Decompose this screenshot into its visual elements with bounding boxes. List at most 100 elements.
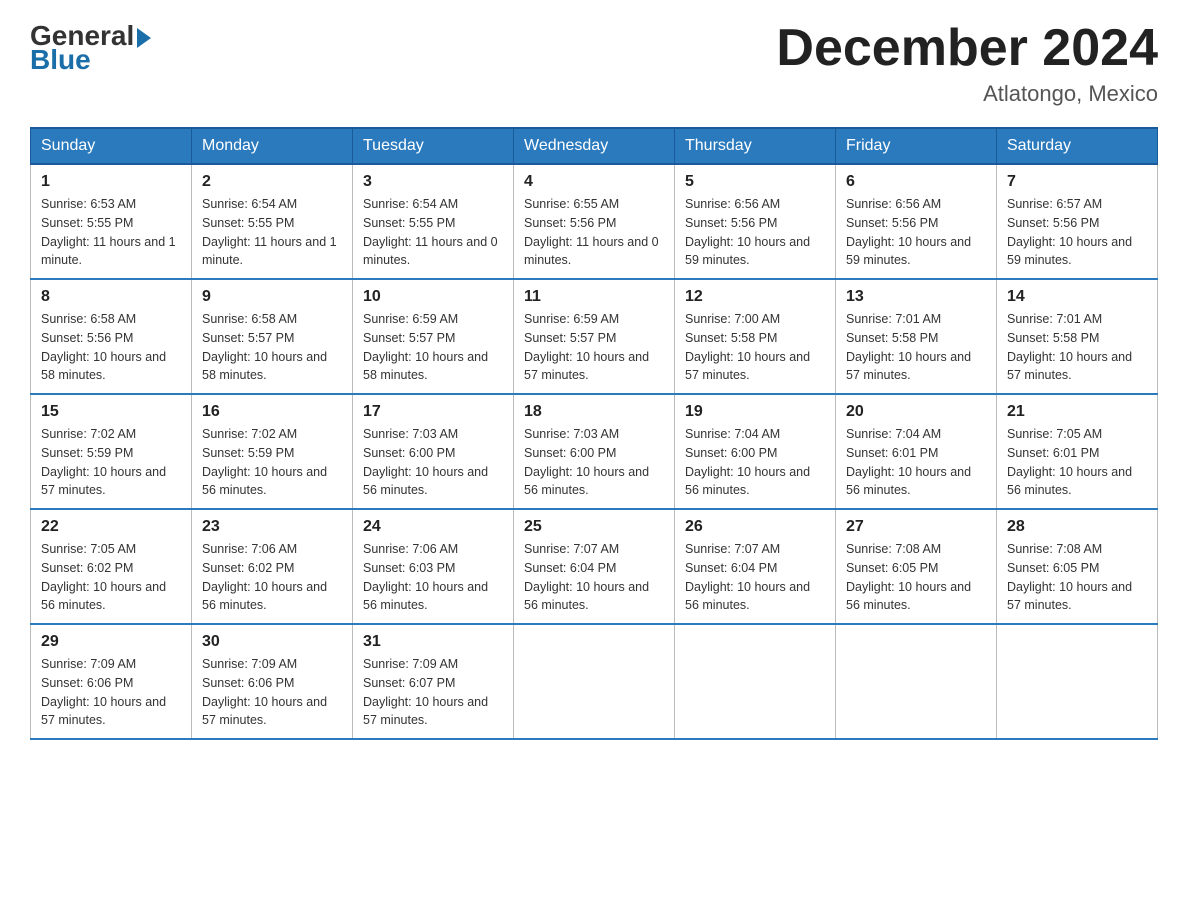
calendar-cell bbox=[836, 624, 997, 739]
day-number: 17 bbox=[363, 403, 503, 421]
day-number: 5 bbox=[685, 173, 825, 191]
day-info: Sunrise: 6:59 AMSunset: 5:57 PMDaylight:… bbox=[524, 310, 664, 385]
logo: General Blue bbox=[30, 20, 151, 76]
day-info: Sunrise: 7:09 AMSunset: 6:06 PMDaylight:… bbox=[41, 655, 181, 730]
calendar-cell: 28 Sunrise: 7:08 AMSunset: 6:05 PMDaylig… bbox=[997, 509, 1158, 624]
day-number: 14 bbox=[1007, 288, 1147, 306]
calendar-table: Sunday Monday Tuesday Wednesday Thursday… bbox=[30, 127, 1158, 740]
day-number: 15 bbox=[41, 403, 181, 421]
calendar-cell: 8 Sunrise: 6:58 AMSunset: 5:56 PMDayligh… bbox=[31, 279, 192, 394]
calendar-cell: 18 Sunrise: 7:03 AMSunset: 6:00 PMDaylig… bbox=[514, 394, 675, 509]
title-section: December 2024 Atlatongo, Mexico bbox=[776, 20, 1158, 107]
day-info: Sunrise: 6:58 AMSunset: 5:56 PMDaylight:… bbox=[41, 310, 181, 385]
col-sunday: Sunday bbox=[31, 128, 192, 164]
day-info: Sunrise: 7:03 AMSunset: 6:00 PMDaylight:… bbox=[363, 425, 503, 500]
day-number: 1 bbox=[41, 173, 181, 191]
week-row-4: 22 Sunrise: 7:05 AMSunset: 6:02 PMDaylig… bbox=[31, 509, 1158, 624]
col-friday: Friday bbox=[836, 128, 997, 164]
day-info: Sunrise: 6:56 AMSunset: 5:56 PMDaylight:… bbox=[846, 195, 986, 270]
calendar-cell: 14 Sunrise: 7:01 AMSunset: 5:58 PMDaylig… bbox=[997, 279, 1158, 394]
day-info: Sunrise: 7:04 AMSunset: 6:01 PMDaylight:… bbox=[846, 425, 986, 500]
calendar-cell: 27 Sunrise: 7:08 AMSunset: 6:05 PMDaylig… bbox=[836, 509, 997, 624]
day-info: Sunrise: 7:07 AMSunset: 6:04 PMDaylight:… bbox=[524, 540, 664, 615]
day-number: 29 bbox=[41, 633, 181, 651]
day-number: 12 bbox=[685, 288, 825, 306]
day-number: 25 bbox=[524, 518, 664, 536]
week-row-1: 1 Sunrise: 6:53 AMSunset: 5:55 PMDayligh… bbox=[31, 164, 1158, 279]
day-number: 6 bbox=[846, 173, 986, 191]
day-info: Sunrise: 7:02 AMSunset: 5:59 PMDaylight:… bbox=[202, 425, 342, 500]
day-number: 4 bbox=[524, 173, 664, 191]
calendar-cell: 24 Sunrise: 7:06 AMSunset: 6:03 PMDaylig… bbox=[353, 509, 514, 624]
col-saturday: Saturday bbox=[997, 128, 1158, 164]
week-row-3: 15 Sunrise: 7:02 AMSunset: 5:59 PMDaylig… bbox=[31, 394, 1158, 509]
calendar-cell: 4 Sunrise: 6:55 AMSunset: 5:56 PMDayligh… bbox=[514, 164, 675, 279]
col-tuesday: Tuesday bbox=[353, 128, 514, 164]
day-number: 22 bbox=[41, 518, 181, 536]
day-number: 27 bbox=[846, 518, 986, 536]
day-number: 10 bbox=[363, 288, 503, 306]
logo-blue-text: Blue bbox=[30, 44, 91, 76]
day-info: Sunrise: 7:06 AMSunset: 6:02 PMDaylight:… bbox=[202, 540, 342, 615]
day-info: Sunrise: 6:54 AMSunset: 5:55 PMDaylight:… bbox=[202, 195, 342, 270]
calendar-cell: 9 Sunrise: 6:58 AMSunset: 5:57 PMDayligh… bbox=[192, 279, 353, 394]
day-number: 31 bbox=[363, 633, 503, 651]
day-info: Sunrise: 7:02 AMSunset: 5:59 PMDaylight:… bbox=[41, 425, 181, 500]
day-number: 16 bbox=[202, 403, 342, 421]
day-info: Sunrise: 7:04 AMSunset: 6:00 PMDaylight:… bbox=[685, 425, 825, 500]
day-info: Sunrise: 7:03 AMSunset: 6:00 PMDaylight:… bbox=[524, 425, 664, 500]
location-text: Atlatongo, Mexico bbox=[776, 81, 1158, 107]
week-row-5: 29 Sunrise: 7:09 AMSunset: 6:06 PMDaylig… bbox=[31, 624, 1158, 739]
day-number: 11 bbox=[524, 288, 664, 306]
calendar-cell: 10 Sunrise: 6:59 AMSunset: 5:57 PMDaylig… bbox=[353, 279, 514, 394]
col-wednesday: Wednesday bbox=[514, 128, 675, 164]
calendar-cell: 5 Sunrise: 6:56 AMSunset: 5:56 PMDayligh… bbox=[675, 164, 836, 279]
week-row-2: 8 Sunrise: 6:58 AMSunset: 5:56 PMDayligh… bbox=[31, 279, 1158, 394]
day-number: 19 bbox=[685, 403, 825, 421]
day-info: Sunrise: 7:05 AMSunset: 6:02 PMDaylight:… bbox=[41, 540, 181, 615]
calendar-cell: 19 Sunrise: 7:04 AMSunset: 6:00 PMDaylig… bbox=[675, 394, 836, 509]
calendar-cell: 15 Sunrise: 7:02 AMSunset: 5:59 PMDaylig… bbox=[31, 394, 192, 509]
day-info: Sunrise: 7:01 AMSunset: 5:58 PMDaylight:… bbox=[846, 310, 986, 385]
calendar-cell bbox=[997, 624, 1158, 739]
day-info: Sunrise: 7:09 AMSunset: 6:07 PMDaylight:… bbox=[363, 655, 503, 730]
day-info: Sunrise: 6:58 AMSunset: 5:57 PMDaylight:… bbox=[202, 310, 342, 385]
header-row: Sunday Monday Tuesday Wednesday Thursday… bbox=[31, 128, 1158, 164]
day-info: Sunrise: 7:05 AMSunset: 6:01 PMDaylight:… bbox=[1007, 425, 1147, 500]
calendar-cell: 1 Sunrise: 6:53 AMSunset: 5:55 PMDayligh… bbox=[31, 164, 192, 279]
col-thursday: Thursday bbox=[675, 128, 836, 164]
day-number: 2 bbox=[202, 173, 342, 191]
day-info: Sunrise: 7:00 AMSunset: 5:58 PMDaylight:… bbox=[685, 310, 825, 385]
day-number: 3 bbox=[363, 173, 503, 191]
calendar-cell: 20 Sunrise: 7:04 AMSunset: 6:01 PMDaylig… bbox=[836, 394, 997, 509]
calendar-cell: 7 Sunrise: 6:57 AMSunset: 5:56 PMDayligh… bbox=[997, 164, 1158, 279]
day-info: Sunrise: 6:55 AMSunset: 5:56 PMDaylight:… bbox=[524, 195, 664, 270]
calendar-cell: 17 Sunrise: 7:03 AMSunset: 6:00 PMDaylig… bbox=[353, 394, 514, 509]
day-info: Sunrise: 6:56 AMSunset: 5:56 PMDaylight:… bbox=[685, 195, 825, 270]
logo-arrow-icon bbox=[137, 28, 151, 48]
calendar-cell: 21 Sunrise: 7:05 AMSunset: 6:01 PMDaylig… bbox=[997, 394, 1158, 509]
day-number: 21 bbox=[1007, 403, 1147, 421]
calendar-cell: 22 Sunrise: 7:05 AMSunset: 6:02 PMDaylig… bbox=[31, 509, 192, 624]
day-info: Sunrise: 7:01 AMSunset: 5:58 PMDaylight:… bbox=[1007, 310, 1147, 385]
day-number: 28 bbox=[1007, 518, 1147, 536]
day-number: 24 bbox=[363, 518, 503, 536]
day-info: Sunrise: 6:59 AMSunset: 5:57 PMDaylight:… bbox=[363, 310, 503, 385]
col-monday: Monday bbox=[192, 128, 353, 164]
calendar-cell: 2 Sunrise: 6:54 AMSunset: 5:55 PMDayligh… bbox=[192, 164, 353, 279]
calendar-cell: 25 Sunrise: 7:07 AMSunset: 6:04 PMDaylig… bbox=[514, 509, 675, 624]
page-header: General Blue December 2024 Atlatongo, Me… bbox=[30, 20, 1158, 107]
calendar-cell: 16 Sunrise: 7:02 AMSunset: 5:59 PMDaylig… bbox=[192, 394, 353, 509]
day-info: Sunrise: 7:08 AMSunset: 6:05 PMDaylight:… bbox=[846, 540, 986, 615]
month-title: December 2024 bbox=[776, 20, 1158, 77]
calendar-cell: 29 Sunrise: 7:09 AMSunset: 6:06 PMDaylig… bbox=[31, 624, 192, 739]
calendar-cell: 6 Sunrise: 6:56 AMSunset: 5:56 PMDayligh… bbox=[836, 164, 997, 279]
calendar-cell: 12 Sunrise: 7:00 AMSunset: 5:58 PMDaylig… bbox=[675, 279, 836, 394]
day-number: 8 bbox=[41, 288, 181, 306]
calendar-cell: 31 Sunrise: 7:09 AMSunset: 6:07 PMDaylig… bbox=[353, 624, 514, 739]
calendar-cell: 26 Sunrise: 7:07 AMSunset: 6:04 PMDaylig… bbox=[675, 509, 836, 624]
day-number: 18 bbox=[524, 403, 664, 421]
calendar-cell: 11 Sunrise: 6:59 AMSunset: 5:57 PMDaylig… bbox=[514, 279, 675, 394]
day-info: Sunrise: 6:54 AMSunset: 5:55 PMDaylight:… bbox=[363, 195, 503, 270]
day-number: 26 bbox=[685, 518, 825, 536]
